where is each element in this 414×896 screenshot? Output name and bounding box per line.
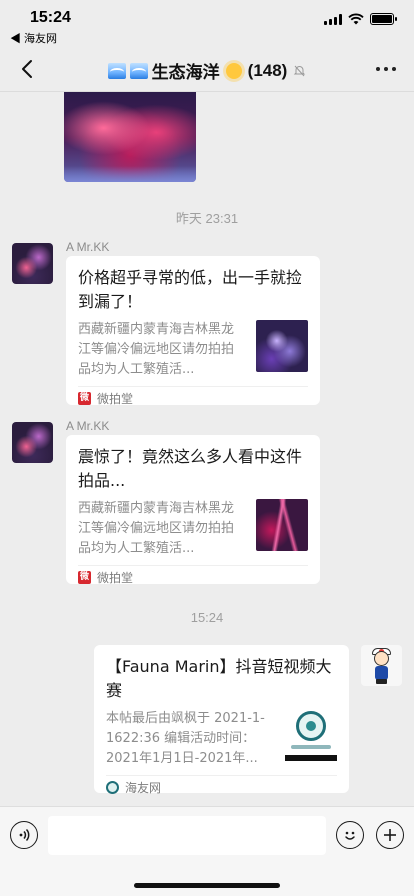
message-input-bar [0,806,414,896]
card-title: 价格超乎寻常的低，出一手就捡到漏了！ [78,268,303,311]
battery-icon [370,13,397,25]
status-bar: 15:24 ◀ 海友网 [0,0,414,46]
fauna-marin-logo-thumbnail [285,709,337,761]
more-options-button[interactable] [376,59,396,79]
dot-icon [384,67,388,71]
coral-photo-message[interactable] [64,92,196,182]
cellular-signal-icon [324,13,342,25]
dot-icon [392,67,396,71]
link-card-message[interactable]: 价格超乎寻常的低，出一手就捡到漏了！ 西藏新疆内蒙青海吉林黑龙江等偏冷偏远地区请… [66,256,320,406]
card-source: 海友网 [106,775,337,799]
smiley-icon [345,831,355,840]
timestamp-label: 15:24 [190,610,224,625]
avatar[interactable] [12,243,53,284]
more-functions-button[interactable] [376,821,404,849]
wave-emoji-icon [129,62,148,79]
card-source: 微 微拍堂 [78,386,308,410]
coral-thumbnail [256,499,308,551]
card-source-label: 微拍堂 [97,392,134,406]
avatar[interactable] [12,422,53,463]
chat-title: 生态海洋 [151,63,220,82]
timestamp-label: 昨天 23:31 [175,211,239,226]
weipaitang-logo-icon: 微 [78,392,91,405]
voice-icon [19,828,30,842]
sender-name: A Mr.KK [66,419,110,433]
card-description: 西藏新疆内蒙青海吉林黑龙江等偏冷偏远地区请勿拍拍品均为人工繁殖活... [78,501,235,556]
card-description: 本帖最后由飒枫于 2021-1-1622:36 编辑活动时间：2021年1月1日… [106,711,265,766]
message-text-input[interactable] [48,816,326,855]
home-indicator [134,883,280,888]
status-time: 15:24 [30,9,71,26]
wifi-icon [348,13,364,25]
bell-slash-icon [294,65,306,77]
chat-header: 生态海洋 (148) [0,46,414,92]
sender-name: A Mr.KK [66,240,110,254]
card-source: 微 微拍堂 [78,565,308,589]
haiyouwang-logo-icon [106,781,119,794]
back-to-app-link[interactable]: ◀ 海友网 [10,30,57,46]
card-source-label: 海友网 [125,781,162,795]
link-card-message[interactable]: 【Fauna Marin】抖音短视频大赛 本帖最后由飒枫于 2021-1-162… [94,645,349,795]
card-title: 震惊了！竟然这么多人看中这件拍品... [78,447,303,490]
sun-emoji-icon [225,62,242,79]
emoji-button[interactable] [336,821,364,849]
chat-title-group: 生态海洋 (148) [0,58,414,83]
avatar[interactable] [361,645,402,686]
card-source-label: 微拍堂 [97,571,134,585]
card-title: 【Fauna Marin】抖音短视频大赛 [106,657,332,700]
status-icons [324,13,397,25]
chat-message-list[interactable]: 昨天 23:31 A Mr.KK 价格超乎寻常的低，出一手就捡到漏了！ 西藏新疆… [0,92,414,806]
weipaitang-logo-icon: 微 [78,571,91,584]
card-description: 西藏新疆内蒙青海吉林黑龙江等偏冷偏远地区请勿拍拍品均为人工繁殖活... [78,322,235,377]
voice-input-button[interactable] [10,821,38,849]
coral-thumbnail [256,320,308,372]
wave-emoji-icon [107,62,126,79]
member-count: (148) [247,60,288,80]
plus-icon [384,829,396,841]
link-card-message[interactable]: 震惊了！竟然这么多人看中这件拍品... 西藏新疆内蒙青海吉林黑龙江等偏冷偏远地区… [66,435,320,585]
dot-icon [376,67,380,71]
